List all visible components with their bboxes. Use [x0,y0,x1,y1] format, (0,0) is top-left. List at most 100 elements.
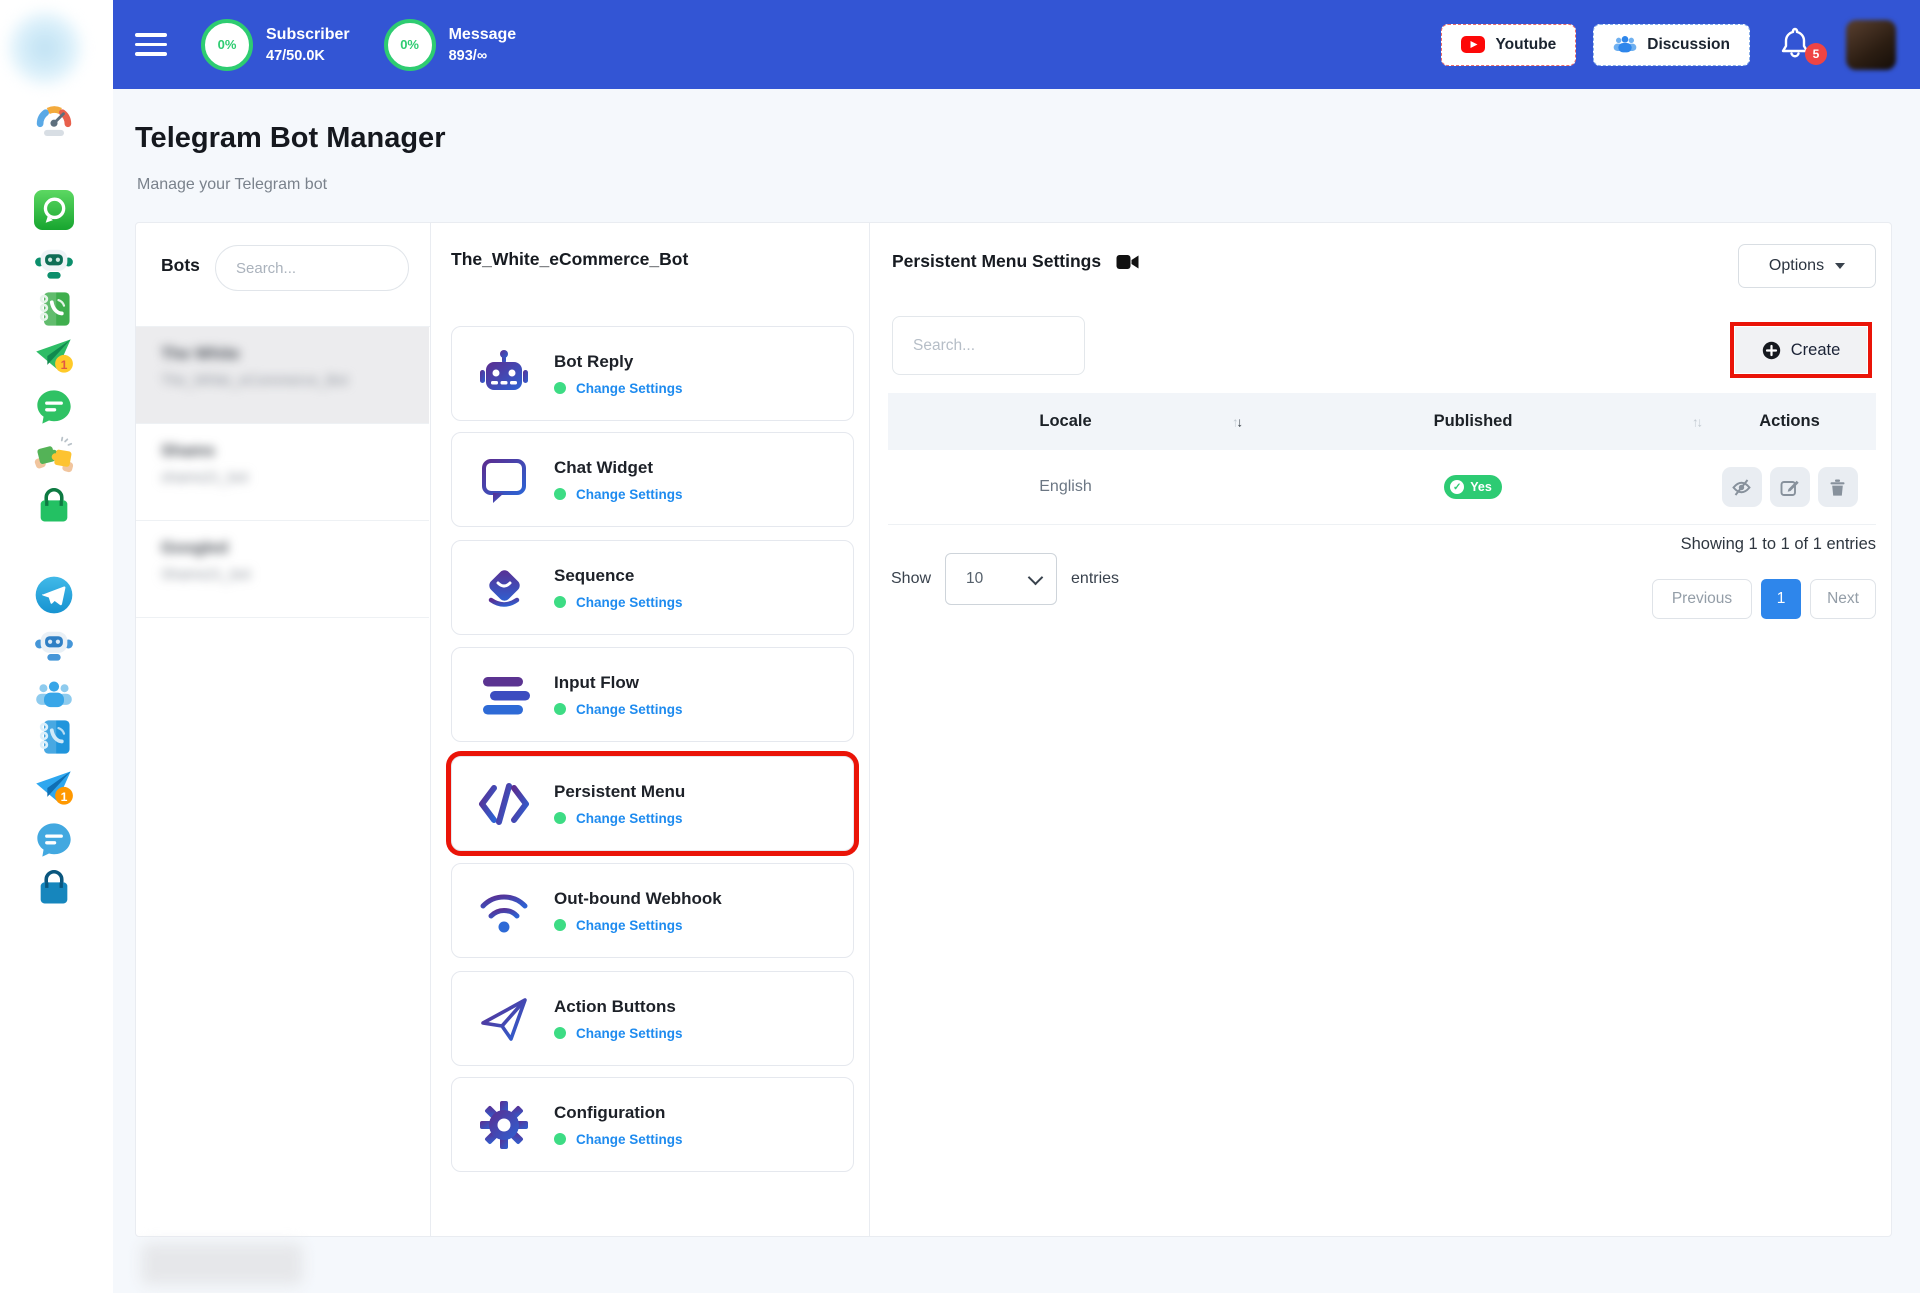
feature-card-bot-reply[interactable]: Bot Reply Change Settings [451,326,854,421]
sort-icon[interactable]: ↑↓ [1232,414,1243,429]
pagination-next-button[interactable]: Next [1810,579,1876,619]
status-dot [554,382,566,394]
whatsapp-icon[interactable] [33,189,75,231]
selected-bot-title: The_White_eCommerce_Bot [451,249,689,269]
whatsapp-broadcast-icon[interactable]: 1 [33,335,75,377]
edit-pencil-icon [1780,480,1799,496]
telegram-chat-icon[interactable] [33,819,75,861]
discussion-button[interactable]: Discussion [1593,23,1750,66]
telegram-bot-icon[interactable] [33,623,75,665]
sort-icon[interactable]: ↑↓ [1692,414,1703,429]
create-button[interactable]: Create [1735,327,1867,373]
bots-search-input[interactable] [215,245,409,291]
whatsapp-contacts-icon[interactable] [33,288,75,330]
notification-count-badge: 5 [1805,42,1827,65]
bot-username: shams21_bot [161,470,249,486]
change-settings-link[interactable]: Change Settings [576,1026,683,1041]
status-dot [554,812,566,824]
message-progress-ring: 0% [383,18,436,71]
status-dot [554,1133,566,1145]
plus-circle-icon [1762,341,1780,359]
hide-button[interactable] [1721,467,1762,507]
notification-bell[interactable]: 5 [1780,27,1827,65]
sequence-icon [488,569,520,607]
hamburger-menu-icon[interactable] [135,33,167,56]
settings-search-input[interactable] [892,316,1085,375]
app-sidebar: 1 1 [0,0,113,1293]
pagination-previous-button[interactable]: Previous [1652,579,1752,619]
feature-card-action-buttons[interactable]: Action Buttons Change Settings [451,971,854,1066]
create-button-label: Create [1790,340,1841,359]
feature-card-persistent-menu[interactable]: Persistent Menu Change Settings [451,756,854,851]
annotation-create-highlight: Create [1730,322,1872,378]
table-header-row: Locale ↑↓ Published ↑↓ Actions [888,393,1876,450]
change-settings-link[interactable]: Change Settings [576,811,683,826]
whatsapp-broadcast-badge: 1 [61,358,68,372]
whatsapp-store-icon[interactable] [33,486,75,528]
feature-card-outbound-webhook[interactable]: Out-bound Webhook Change Settings [451,863,854,958]
app-logo[interactable] [5,8,85,88]
youtube-button-label: Youtube [1495,35,1557,53]
column-header-locale[interactable]: Locale ↑↓ [888,412,1243,431]
message-label: Message [448,25,517,43]
bot-name: Googled [161,539,228,557]
bot-list-item[interactable]: Googled Shams21_bot [136,521,429,618]
column-header-published[interactable]: Published ↑↓ [1243,412,1703,431]
discussion-button-label: Discussion [1647,35,1730,53]
column-divider [430,223,431,1236]
whatsapp-chat-icon[interactable] [33,386,75,428]
check-icon: ✓ [1450,480,1465,494]
status-dot [554,919,566,931]
subscriber-label: Subscriber [266,25,350,43]
caret-down-icon [1835,263,1846,269]
delete-button[interactable] [1817,467,1858,507]
page-size-select[interactable]: 10 [945,553,1058,605]
options-button[interactable]: Options [1738,244,1876,288]
feature-title: Out-bound Webhook [554,888,722,908]
telegram-broadcast-badge: 1 [61,790,68,804]
status-dot [554,596,566,608]
bots-panel-title: Bots [161,255,200,275]
telegram-contacts-icon[interactable] [33,716,75,758]
status-dot [554,703,566,715]
change-settings-link[interactable]: Change Settings [576,487,683,502]
change-settings-link[interactable]: Change Settings [576,1132,683,1147]
trash-icon [1830,479,1845,496]
change-settings-link[interactable]: Change Settings [576,702,683,717]
integration-puzzle-icon[interactable] [33,435,75,477]
bot-list-item[interactable]: The White The_White_eCommerce_Bot [136,327,429,424]
configuration-gear-icon [480,1100,528,1149]
youtube-button[interactable]: Youtube [1441,23,1577,66]
status-dot [554,488,566,500]
telegram-icon[interactable] [33,574,75,616]
feature-card-chat-widget[interactable]: Chat Widget Change Settings [451,432,854,527]
bot-list-item[interactable]: Shams shams21_bot [136,424,429,521]
video-tutorial-icon[interactable] [1116,252,1139,272]
feature-card-configuration[interactable]: Configuration Change Settings [451,1077,854,1172]
message-stat: 0% Message 893/∞ [383,18,517,71]
telegram-store-icon[interactable] [33,868,75,910]
published-badge: ✓ Yes [1444,475,1502,499]
showing-entries-text: Showing 1 to 1 of 1 entries [1680,535,1876,553]
user-avatar[interactable] [1846,19,1896,70]
pagination-page-1[interactable]: 1 [1761,579,1801,619]
change-settings-link[interactable]: Change Settings [576,381,683,396]
change-settings-link[interactable]: Change Settings [576,595,683,610]
telegram-group-icon[interactable] [33,675,75,717]
options-button-label: Options [1768,257,1825,274]
locale-cell: English [1039,478,1092,495]
bot-username: The_White_eCommerce_Bot [161,373,348,389]
page-subtitle: Manage your Telegram bot [137,176,328,193]
whatsapp-bot-icon[interactable] [33,241,75,283]
dashboard-gauge-icon[interactable] [33,100,75,142]
feature-title: Chat Widget [554,457,654,477]
feature-card-input-flow[interactable]: Input Flow Change Settings [451,647,854,742]
show-label: Show [891,570,932,587]
feature-card-sequence[interactable]: Sequence Change Settings [451,540,854,635]
action-buttons-icon [481,997,527,1041]
subscriber-progress-ring: 0% [201,18,253,71]
page-size-value: 10 [966,570,984,587]
change-settings-link[interactable]: Change Settings [576,918,683,933]
edit-button[interactable] [1769,467,1810,507]
telegram-broadcast-icon[interactable]: 1 [33,767,75,809]
